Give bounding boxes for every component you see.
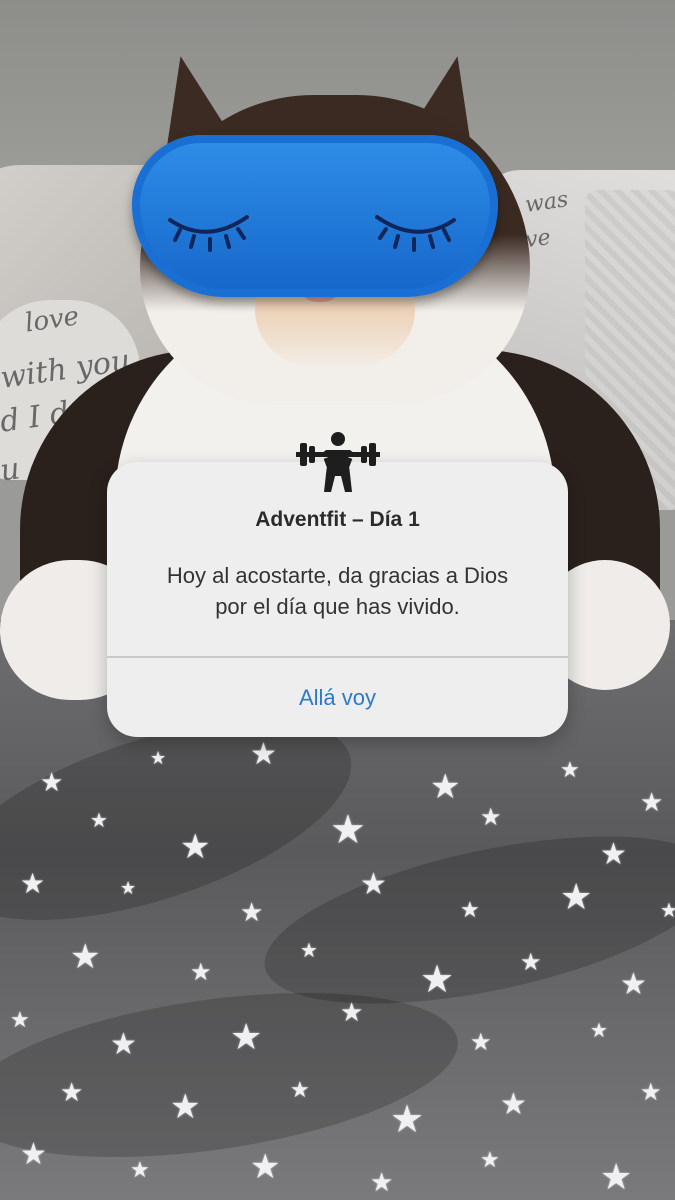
star-icon: ★: [560, 877, 593, 918]
star-icon: ★: [10, 1008, 30, 1033]
star-icon: ★: [40, 768, 64, 798]
weightlifter-icon: [296, 430, 380, 494]
star-icon: ★: [20, 867, 46, 900]
sleep-mask: [132, 135, 498, 297]
star-icon: ★: [250, 737, 277, 772]
closed-eyes-icon: [168, 215, 456, 252]
star-icon: ★: [190, 958, 212, 986]
star-icon: ★: [340, 998, 364, 1028]
star-icon: ★: [470, 1028, 492, 1056]
star-icon: ★: [480, 1148, 500, 1173]
star-icon: ★: [640, 788, 664, 818]
star-icon: ★: [480, 803, 502, 831]
star-icon: ★: [120, 878, 137, 899]
star-icon: ★: [460, 898, 480, 923]
dialog-message: Hoy al acostarte, da gracias a Dios por …: [166, 563, 509, 619]
star-icon: ★: [620, 967, 647, 1002]
star-icon: ★: [230, 1017, 263, 1058]
dialog-title: Adventfit – Día 1: [255, 508, 420, 531]
star-icon: ★: [430, 767, 461, 807]
notification-dialog: Adventfit – Día 1 Hoy al acostarte, da g…: [107, 462, 568, 737]
star-icon: ★: [70, 937, 101, 977]
star-icon: ★: [370, 1168, 394, 1198]
wallpaper-scene: love with you d I d u a lo was love ★★★★…: [0, 0, 675, 1200]
star-icon: ★: [520, 948, 542, 976]
star-icon: ★: [20, 1137, 47, 1172]
star-icon: ★: [600, 1157, 633, 1198]
star-icon: ★: [420, 957, 455, 1001]
star-icon: ★: [250, 1147, 281, 1187]
star-icon: ★: [600, 837, 627, 872]
star-icon: ★: [590, 1018, 608, 1042]
star-icon: ★: [150, 748, 167, 769]
star-icon: ★: [60, 1078, 84, 1108]
star-icon: ★: [300, 938, 318, 962]
star-icon: ★: [290, 1078, 310, 1103]
star-icon: ★: [130, 1158, 150, 1183]
star-icon: ★: [330, 807, 366, 853]
star-icon: ★: [560, 758, 580, 783]
star-icon: ★: [360, 867, 387, 902]
star-icon: ★: [110, 1027, 137, 1062]
alla-voy-button[interactable]: Allá voy: [107, 658, 568, 737]
star-icon: ★: [240, 898, 264, 928]
star-icon: ★: [390, 1097, 425, 1141]
star-icon: ★: [90, 808, 108, 832]
star-icon: ★: [660, 898, 675, 922]
star-icon: ★: [170, 1087, 201, 1127]
star-icon: ★: [640, 1078, 662, 1106]
star-icon: ★: [180, 827, 211, 867]
star-icon: ★: [500, 1087, 527, 1122]
